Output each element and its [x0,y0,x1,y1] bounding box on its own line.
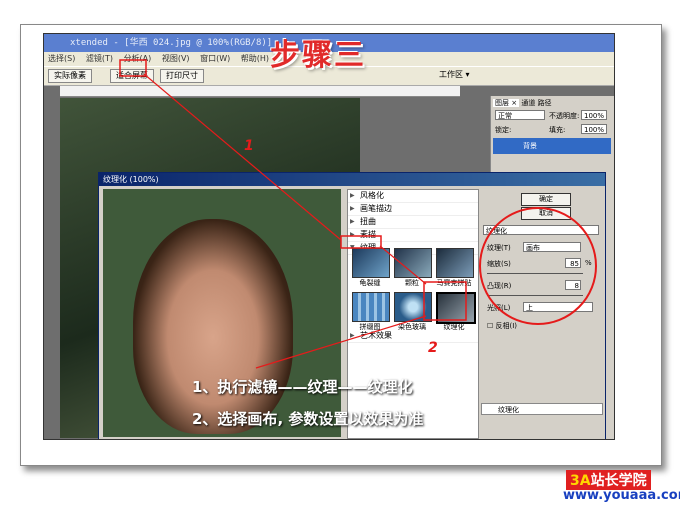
marker-1: 1 [244,138,254,154]
arrow-3 [255,315,427,369]
texturizer-thumb-highlight [423,281,467,321]
watermark-brand: 3A站长学院 [566,470,651,490]
marker-2: 2 [428,340,438,356]
step-title: 步骤三 [270,38,366,73]
texture-group-highlight [340,235,382,249]
settings-circle [479,207,597,325]
instruction-line-2: 2、选择画布, 参数设置以效果为准 [192,410,424,428]
watermark-url: www.youaaa.com [563,488,680,503]
watermark-brand-rest: 站长学院 [590,473,647,489]
annotation-overlay [119,59,597,369]
instruction-line-1: 1、执行滤镜——纹理——纹理化 [192,378,413,396]
arrow-1 [143,73,342,241]
watermark-brand-prefix: 3A [570,473,591,489]
arrow-2 [379,245,427,285]
filter-menu-highlight [119,59,147,77]
